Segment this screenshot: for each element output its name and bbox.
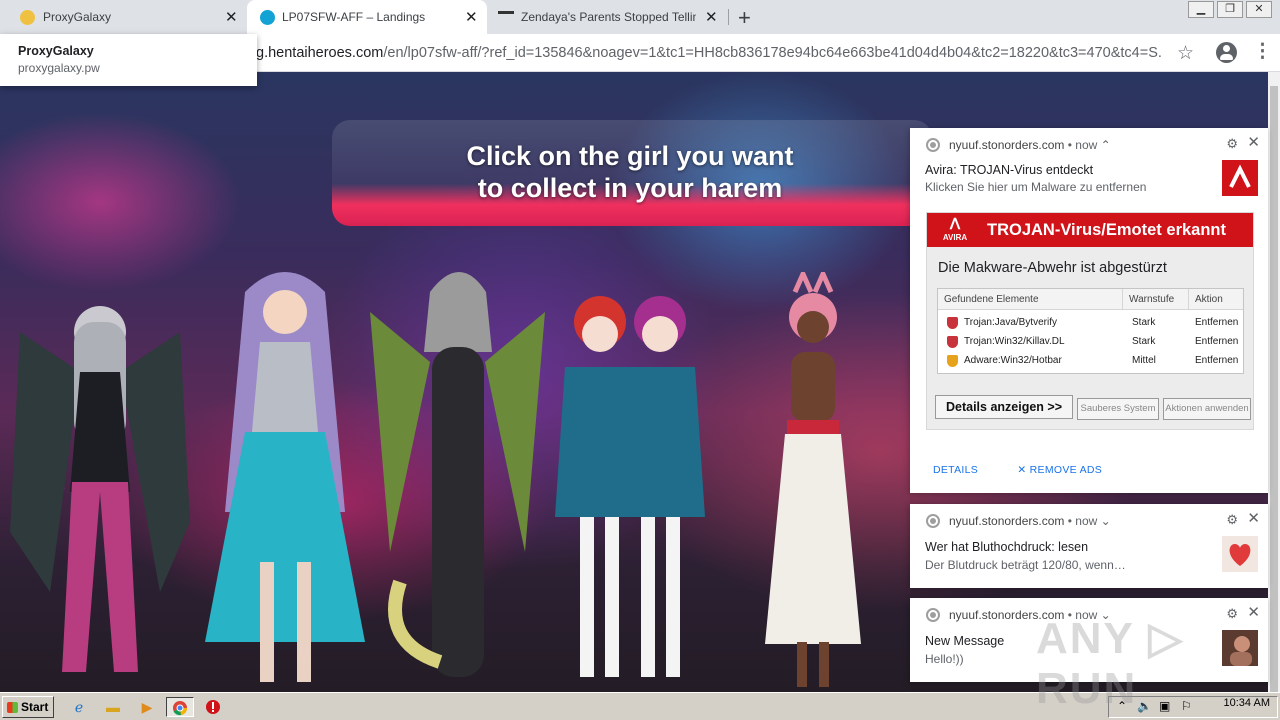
notification-actions: DETAILS ✕ REMOVE ADS	[933, 464, 1102, 476]
details-show-button: Details anzeigen >>	[935, 395, 1073, 419]
threat-level: Mittel	[1132, 355, 1156, 366]
threat-action: Entfernen	[1195, 355, 1239, 366]
headline-text: Click on the girl you want to collect in…	[400, 140, 860, 204]
avira-logo: ᐱ AVIRA	[942, 216, 968, 242]
key-icon	[498, 11, 514, 21]
tab-landings[interactable]: LP07SFW-AFF – Landings ✕	[247, 0, 487, 34]
close-icon[interactable]: ✕	[1247, 133, 1260, 151]
gear-icon[interactable]: ⚙	[1226, 512, 1238, 528]
threat-name: Trojan:Java/Bytverify	[964, 317, 1057, 328]
column-header: Gefundene Elemente	[938, 289, 1123, 310]
tab-proxygalaxy[interactable]: ProxyGalaxy ✕	[0, 0, 246, 34]
notification-header: nyuuf.stonorders.com • now ⌃	[926, 138, 1111, 152]
close-tab-icon[interactable]: ✕	[225, 8, 238, 26]
character-starlight[interactable]	[205, 262, 365, 692]
avira-alert-subheading: Die Makware-Abwehr ist abgestürzt	[938, 260, 1167, 276]
shield-icon	[947, 355, 958, 367]
notification-title: New Message	[925, 634, 1005, 648]
table-row: Trojan:Java/Bytverify Stark Entfernen	[938, 313, 1243, 332]
threat-action: Entfernen	[1195, 336, 1239, 347]
notification-domain: nyuuf.stonorders.com	[949, 138, 1065, 152]
stop-icon[interactable]	[202, 697, 224, 717]
character-succubus[interactable]	[10, 272, 190, 692]
notification-header: nyuuf.stonorders.com • now ⌄	[926, 514, 1111, 528]
notification-title: Avira: TROJAN-Virus entdeckt	[925, 163, 1094, 177]
profile-avatar-icon[interactable]	[1216, 42, 1237, 63]
tab-separator	[728, 9, 729, 25]
chrome-icon	[173, 701, 188, 716]
threat-name: Trojan:Win32/Killav.DL	[964, 336, 1065, 347]
heart-icon	[1222, 536, 1258, 572]
tab-title: LP07SFW-AFF – Landings	[282, 10, 426, 24]
chrome-icon	[926, 514, 940, 528]
folder-icon[interactable]: ▬	[102, 697, 124, 717]
character-maid-twins[interactable]	[555, 272, 705, 692]
notification-body: Der Blutdruck beträgt 120/80, wenn…	[925, 558, 1126, 572]
threat-level: Stark	[1132, 336, 1156, 347]
start-button[interactable]: Start	[2, 696, 54, 718]
hentaiheroes-favicon-icon	[260, 10, 275, 25]
table-row: Adware:Win32/Hotbar Mittel Entfernen	[938, 351, 1243, 370]
headline-line-2: to collect in your harem	[477, 173, 783, 203]
tab-zendaya[interactable]: Zendaya's Parents Stopped Telling H ✕	[488, 0, 728, 34]
close-tab-icon[interactable]: ✕	[465, 8, 478, 26]
close-icon[interactable]: ✕	[1247, 509, 1260, 527]
close-window-button[interactable]: ✕	[1246, 1, 1272, 18]
url-path: /en/lp07sfw-aff/?ref_id=135846&noagev=1&…	[383, 45, 1161, 61]
chrome-icon	[926, 138, 940, 152]
details-button[interactable]: DETAILS	[933, 464, 978, 476]
notification-time: • now ⌄	[1067, 514, 1111, 528]
window-controls: ▁ ❐ ✕	[1185, 1, 1272, 18]
hover-card-title: ProxyGalaxy	[18, 44, 94, 58]
minimize-button[interactable]: ▁	[1188, 1, 1214, 18]
threat-table: Gefundene Elemente Warnstufe Aktion Troj…	[937, 288, 1244, 374]
character-dragon[interactable]	[370, 252, 545, 692]
restore-button[interactable]: ❐	[1217, 1, 1243, 18]
column-header: Warnstufe	[1123, 289, 1189, 310]
close-tab-icon[interactable]: ✕	[705, 8, 718, 26]
apply-actions-button: Aktionen anwenden	[1163, 398, 1251, 420]
media-player-icon[interactable]: ▶	[136, 697, 158, 717]
page-scrollbar[interactable]	[1268, 72, 1280, 706]
notification-body: Klicken Sie hier um Malware zu entfernen	[925, 180, 1147, 194]
character-cat-girl[interactable]	[755, 272, 865, 692]
clean-system-button: Sauberes System	[1077, 398, 1159, 420]
notification-body: Hello!))	[925, 652, 964, 666]
menu-kebab-icon[interactable]: ⋮	[1253, 40, 1272, 63]
tab-hover-card: ProxyGalaxy proxygalaxy.pw	[0, 34, 257, 86]
shield-icon	[947, 317, 958, 329]
notification-title: Wer hat Bluthochdruck: lesen	[925, 540, 1089, 554]
avira-logo-icon	[1222, 160, 1258, 196]
shield-icon	[947, 336, 958, 348]
tab-title: Zendaya's Parents Stopped Telling H	[521, 10, 696, 24]
notification-time: • now ⌃	[1067, 138, 1111, 152]
new-tab-button[interactable]: +	[738, 5, 751, 31]
threat-action: Entfernen	[1195, 317, 1239, 328]
tab-title: ProxyGalaxy	[43, 10, 112, 24]
remove-ads-button[interactable]: ✕ REMOVE ADS	[1017, 464, 1102, 476]
threat-level: Stark	[1132, 317, 1156, 328]
headline-line-1: Click on the girl you want	[466, 141, 794, 171]
url-host: g.hentaiheroes.com	[256, 45, 384, 61]
chrome-taskbar-icon[interactable]	[166, 697, 194, 717]
internet-explorer-icon[interactable]: ℯ	[68, 697, 90, 717]
threat-name: Adware:Win32/Hotbar	[964, 355, 1062, 366]
anyrun-watermark: ANY ▷ RUN	[1036, 614, 1185, 713]
notification-avira[interactable]: nyuuf.stonorders.com • now ⌃ ⚙ ✕ Avira: …	[910, 128, 1268, 493]
chrome-icon	[926, 608, 940, 622]
hover-card-domain: proxygalaxy.pw	[18, 61, 100, 75]
table-row: Trojan:Win32/Killav.DL Stark Entfernen	[938, 332, 1243, 351]
notification-blood-pressure[interactable]: nyuuf.stonorders.com • now ⌄ ⚙ ✕ Wer hat…	[910, 504, 1268, 588]
avira-alert-header: ᐱ AVIRA TROJAN-Virus/Emotet erkannt	[927, 213, 1253, 247]
proxygalaxy-favicon-icon	[20, 10, 35, 25]
tab-strip: ProxyGalaxy ✕ LP07SFW-AFF – Landings ✕ Z…	[0, 0, 1280, 34]
bookmark-star-icon[interactable]: ☆	[1177, 42, 1194, 65]
column-header: Aktion	[1189, 289, 1243, 310]
avira-alert-heading: TROJAN-Virus/Emotet erkannt	[987, 221, 1226, 239]
gear-icon[interactable]: ⚙	[1226, 136, 1238, 152]
address-bar[interactable]: g.hentaiheroes.com/en/lp07sfw-aff/?ref_i…	[256, 45, 1161, 61]
avira-alert-image: ᐱ AVIRA TROJAN-Virus/Emotet erkannt Die M…	[926, 212, 1254, 430]
notification-domain: nyuuf.stonorders.com	[949, 514, 1065, 528]
